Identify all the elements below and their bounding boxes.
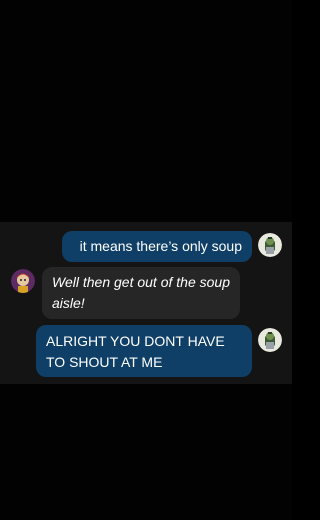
message-text-3: ALRIGHT YOU DONT HAVE TO SHOUT AT ME xyxy=(46,333,225,370)
character-avatar-green-icon xyxy=(258,233,282,257)
message-bubble-2: Well then get out of the soup aisle! xyxy=(42,267,240,319)
message-bubble-3: ALRIGHT YOU DONT HAVE TO SHOUT AT ME xyxy=(36,325,252,377)
character-avatar-green-icon xyxy=(258,328,282,352)
chat-thread: it means there’s only soup Well then get… xyxy=(0,222,292,384)
message-bubble-1: it means there’s only soup xyxy=(62,231,252,262)
character-avatar-purple-icon xyxy=(11,269,35,293)
video-frame: it means there’s only soup Well then get… xyxy=(0,0,292,520)
message-text-1: it means there’s only soup xyxy=(79,238,242,254)
message-text-2: Well then get out of the soup aisle! xyxy=(52,274,230,311)
